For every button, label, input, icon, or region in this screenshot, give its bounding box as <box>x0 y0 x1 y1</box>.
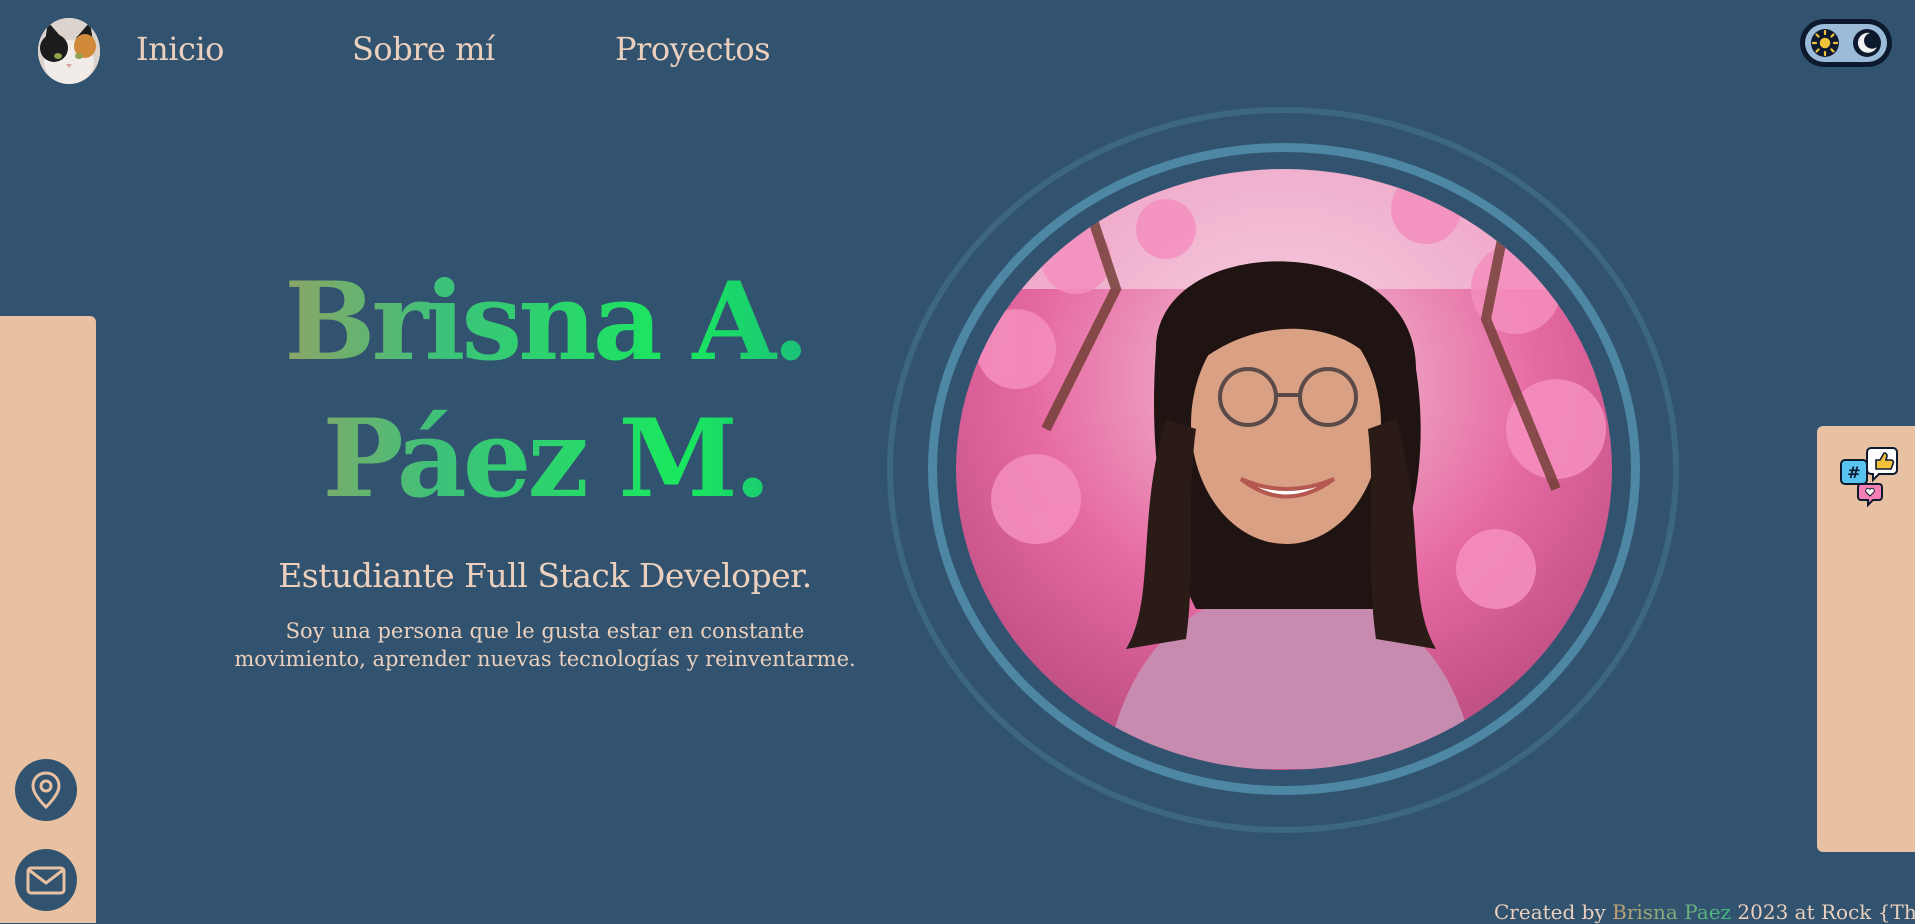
moon-icon <box>1853 29 1881 57</box>
footer-suffix: 2023 at Rock {TheCode} <box>1737 900 1915 924</box>
hero-name-line-2: Páez M. <box>200 405 890 513</box>
portrait-image <box>956 169 1612 770</box>
hero-name-line-1: Brisna A. <box>200 268 890 376</box>
nav-link-sobre-mi[interactable]: Sobre mí <box>352 30 495 68</box>
nav-link-inicio[interactable]: Inicio <box>136 30 224 68</box>
theme-toggle-track <box>1805 24 1887 62</box>
left-side-panel <box>0 316 96 923</box>
theme-toggle[interactable] <box>1800 19 1892 67</box>
right-side-panel: # <box>1817 426 1915 852</box>
svg-text:#: # <box>1847 463 1860 482</box>
mail-icon <box>26 866 66 895</box>
location-button[interactable] <box>15 759 77 821</box>
footer-author: Brisna Paez <box>1612 900 1732 924</box>
location-pin-icon <box>31 771 61 810</box>
sun-icon <box>1811 29 1839 57</box>
footer-credit: Created by Brisna Paez 2023 at Rock {The… <box>1494 900 1915 924</box>
profile-photo <box>956 169 1612 770</box>
mail-button[interactable] <box>15 849 77 911</box>
cat-logo[interactable] <box>38 18 100 84</box>
nav-link-proyectos[interactable]: Proyectos <box>615 30 771 68</box>
hero-description: Soy una persona que le gusta estar en co… <box>234 619 856 671</box>
hero-subtitle: Estudiante Full Stack Developer. <box>278 556 812 595</box>
social-media-icon[interactable]: # <box>1837 444 1901 508</box>
top-nav: Inicio Sobre mí Proyectos <box>0 0 1915 105</box>
footer-prefix: Created by <box>1494 900 1606 924</box>
cat-face-icon <box>38 18 100 84</box>
